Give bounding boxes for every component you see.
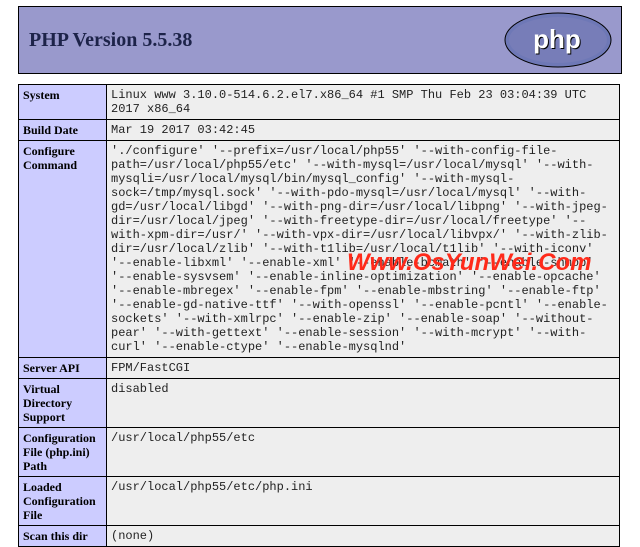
table-row: Server API FPM/FastCGI — [19, 358, 620, 379]
table-row: Scan this dir (none) — [19, 526, 620, 547]
row-val: disabled — [107, 379, 620, 428]
table-row: Configure Command './configure' '--prefi… — [19, 141, 620, 358]
row-val: (none) — [107, 526, 620, 547]
table-row: System Linux www 3.10.0-514.6.2.el7.x86_… — [19, 85, 620, 120]
table-row: Virtual Directory Support disabled — [19, 379, 620, 428]
phpinfo-header: PHP Version 5.5.38 php php — [18, 6, 622, 74]
page-title: PHP Version 5.5.38 — [29, 29, 192, 52]
row-key: Configure Command — [19, 141, 107, 358]
row-key: Scan this dir — [19, 526, 107, 547]
table-row: Build Date Mar 19 2017 03:42:45 — [19, 120, 620, 141]
row-val: FPM/FastCGI — [107, 358, 620, 379]
php-logo: php php — [503, 11, 613, 69]
svg-text:php: php — [533, 24, 581, 54]
row-key: System — [19, 85, 107, 120]
row-val: './configure' '--prefix=/usr/local/php55… — [107, 141, 620, 358]
row-val: Linux www 3.10.0-514.6.2.el7.x86_64 #1 S… — [107, 85, 620, 120]
row-key: Server API — [19, 358, 107, 379]
row-key: Loaded Configuration File — [19, 477, 107, 526]
row-val: Mar 19 2017 03:42:45 — [107, 120, 620, 141]
row-val: /usr/local/php55/etc/php.ini — [107, 477, 620, 526]
row-key: Virtual Directory Support — [19, 379, 107, 428]
table-row: Loaded Configuration File /usr/local/php… — [19, 477, 620, 526]
row-val: /usr/local/php55/etc — [107, 428, 620, 477]
configure-command-text: './configure' '--prefix=/usr/local/php55… — [111, 144, 608, 354]
table-row: Configuration File (php.ini) Path /usr/l… — [19, 428, 620, 477]
phpinfo-table: System Linux www 3.10.0-514.6.2.el7.x86_… — [18, 84, 620, 547]
row-key: Build Date — [19, 120, 107, 141]
row-key: Configuration File (php.ini) Path — [19, 428, 107, 477]
